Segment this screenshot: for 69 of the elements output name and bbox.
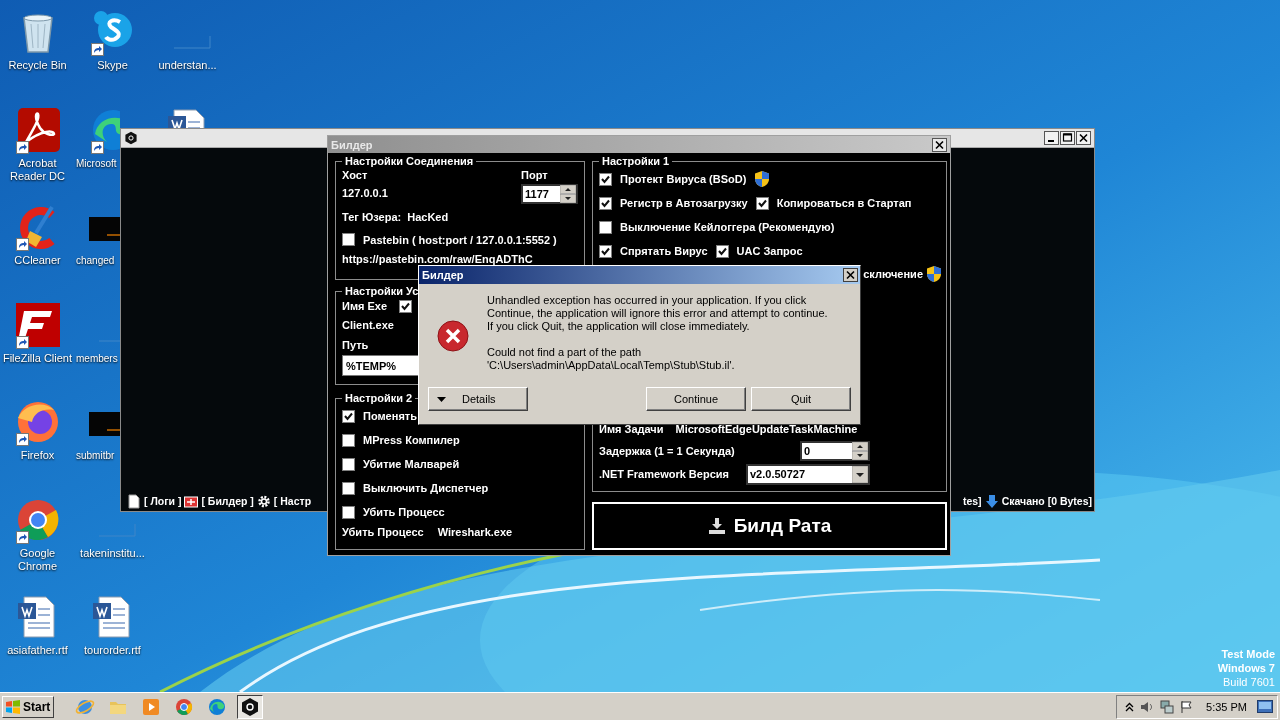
os-notice-text: Build 7601 <box>1223 675 1275 689</box>
field-label: Задержка (1 = 1 Секунда) <box>599 445 735 457</box>
clock[interactable]: 5:35 PM <box>1206 700 1247 713</box>
path-field[interactable]: %TEMP% <box>342 355 419 376</box>
window-title: Билдер <box>331 138 374 151</box>
status-text: tes] <box>962 495 982 507</box>
quit-button[interactable]: Quit <box>751 387 851 411</box>
build-button[interactable]: Билд Рата <box>592 502 947 550</box>
status-link[interactable]: [ Билдер ] <box>201 495 254 507</box>
icon-label[interactable]: Acrobat Reader DC <box>10 156 65 183</box>
checkbox-label[interactable]: Выключить Диспетчер <box>363 482 489 494</box>
icon-label[interactable]: CCleaner <box>14 254 61 267</box>
field-label: .NET Framework Версия <box>599 468 729 480</box>
icon-label[interactable]: Microsoft <box>76 156 117 170</box>
checkbox-label[interactable]: Выключение Кейлоггера (Рекомендую) <box>620 221 835 233</box>
start-button[interactable]: Start <box>2 695 54 718</box>
field-label: Имя Задачи <box>599 423 664 435</box>
status-link[interactable]: [ Настр <box>273 495 312 507</box>
icon-label[interactable]: members <box>76 351 118 365</box>
status-link[interactable]: [ Логи ] <box>144 495 182 507</box>
checkbox-label[interactable]: Спрятать Вирус <box>620 245 708 257</box>
icon-label[interactable]: changed <box>76 254 115 267</box>
icon-label[interactable]: Recycle Bin <box>8 59 67 72</box>
field-label: Имя Exe <box>342 300 388 312</box>
group-title: Настройки Ус <box>344 285 420 297</box>
icon-label[interactable]: tourorder.rtf <box>84 644 141 657</box>
os-notice-text: Windows 7 <box>1217 661 1275 675</box>
icon-label[interactable]: asiafather.rtf <box>7 644 68 657</box>
field-label: Хост <box>342 169 369 181</box>
checkbox-label[interactable]: Регистр в Автозагрузку <box>620 197 748 209</box>
field-label: Путь <box>342 339 369 351</box>
dialog-title: Билдер <box>422 269 465 281</box>
icon-label[interactable]: Firefox <box>20 449 55 462</box>
host-value: 127.0.0.1 <box>342 186 389 199</box>
checkbox-label[interactable]: Поменять <box>363 410 417 422</box>
continue-button[interactable]: Continue <box>646 387 746 411</box>
group-title: Настройки Соединения <box>344 155 475 167</box>
tag-value: HacKed <box>407 211 449 223</box>
checkbox-label[interactable]: MPress Компилер <box>363 434 460 446</box>
checkbox-label[interactable]: сключение <box>863 268 923 280</box>
exe-name: Client.exe <box>342 319 394 331</box>
error-message: Unhandled exception has occurred in your application. If you click Continue, the application will ignore this error and attempt to continue. If you click Quit, the application will close immediately. <box>487 294 829 333</box>
checkbox-label[interactable]: Pastebin ( host:port / 127.0.0.1:5552 ) <box>363 233 557 246</box>
field-label: Тег Юзера: <box>342 211 402 223</box>
icon-label[interactable]: FileZilla Client <box>2 351 73 365</box>
group-title: Настройки 2 <box>344 392 414 404</box>
port-spinner[interactable]: 1177 <box>521 184 578 204</box>
checkbox-label[interactable]: Протект Вируса (BSoD) <box>620 173 747 185</box>
url-text: https://pastebin.com/raw/EnqADThC <box>342 252 533 265</box>
checkbox-label[interactable]: Копироваться в Стартап <box>776 197 912 209</box>
field-label: Убить Процесс <box>342 526 424 538</box>
delay-spinner[interactable]: 0 <box>800 441 870 461</box>
icon-label[interactable]: Skype <box>97 59 128 72</box>
icon-label[interactable]: submitbr <box>76 449 115 462</box>
field-label: Порт <box>521 169 549 181</box>
version-dropdown[interactable]: v2.0.50727 <box>746 463 870 485</box>
icon-label[interactable]: understan... <box>158 59 217 72</box>
os-notice-text: Test Mode <box>1221 647 1275 661</box>
icon-label[interactable]: takeninstitu... <box>80 546 145 560</box>
icon-label[interactable]: Google Chrome <box>17 546 58 573</box>
process-name: Wireshark.exe <box>437 526 513 538</box>
error-detail: Could not find a part of the path 'C:\Users\admin\AppData\Local\Temp\Stub\Stub.il'. <box>487 346 736 372</box>
task-name: MicrosoftEdgeUpdateTaskMachine <box>675 423 858 435</box>
status-text: Скачано [0 Bytes] <box>1001 495 1092 507</box>
checkbox-label[interactable]: Убитие Малварей <box>363 458 460 470</box>
details-button[interactable]: Details <box>428 387 528 411</box>
checkbox-label[interactable]: Убить Процесс <box>363 506 445 518</box>
group-title: Настройки 1 <box>601 155 671 167</box>
checkbox-label[interactable]: UAC Запрос <box>736 245 803 257</box>
